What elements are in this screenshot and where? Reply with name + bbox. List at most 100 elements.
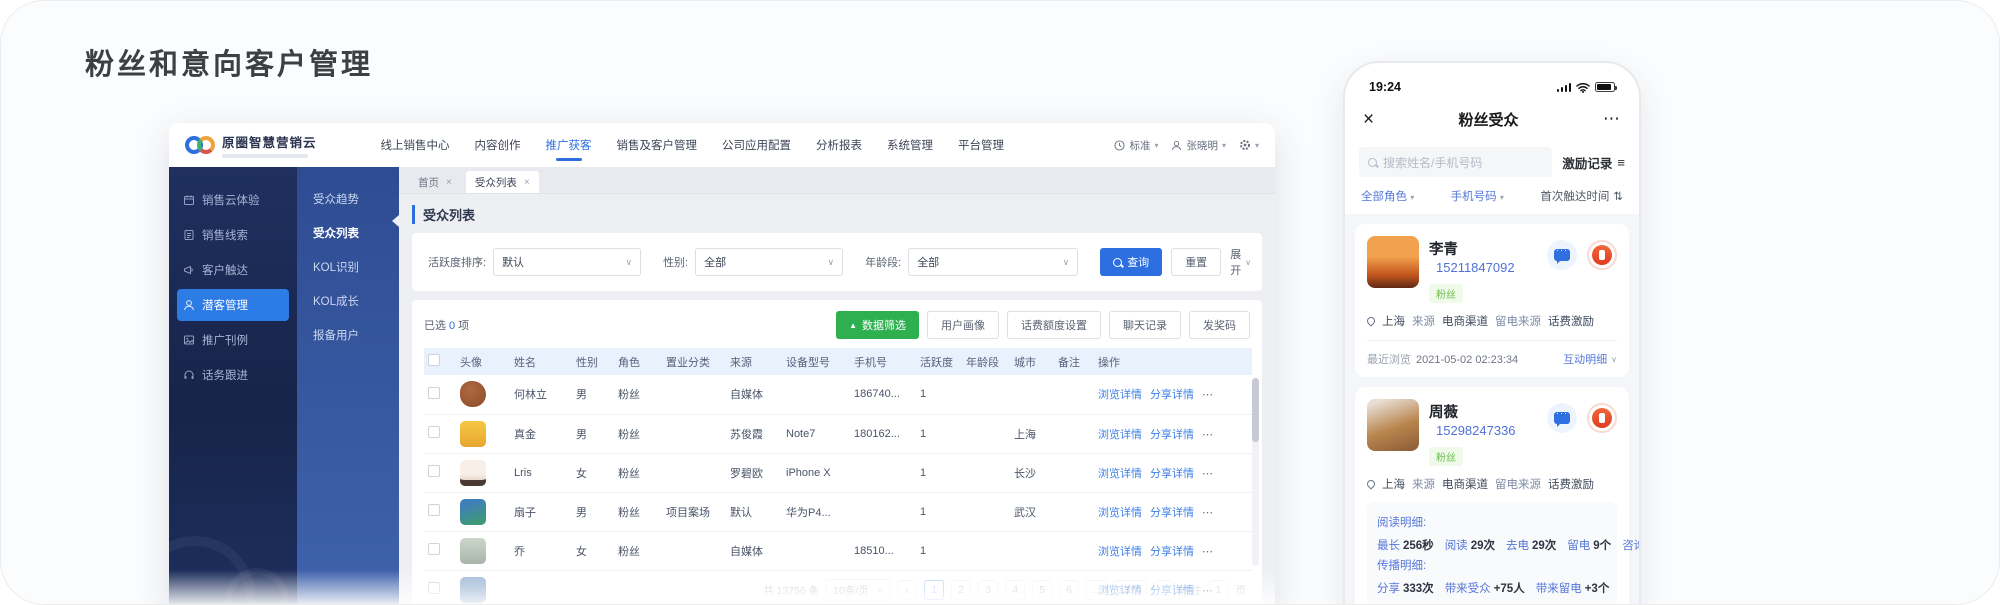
sidebar-item-sales-cloud[interactable]: 销售云体验 [177, 184, 289, 216]
prev-page-button[interactable]: ‹ [897, 580, 917, 600]
submenu-kol-growth[interactable]: KOL成长 [297, 285, 399, 319]
nav-analytics-report[interactable]: 分析报表 [816, 131, 862, 159]
share-detail-link[interactable]: 分享详情 [1150, 546, 1194, 558]
view-detail-link[interactable]: 浏览详情 [1098, 389, 1142, 401]
submenu-kol-identify[interactable]: KOL识别 [297, 251, 399, 285]
nav-company-app-config[interactable]: 公司应用配置 [722, 131, 791, 159]
share-detail-link[interactable]: 分享详情 [1150, 468, 1194, 480]
page-button[interactable]: 3 [978, 580, 998, 600]
reset-button[interactable]: 重置 [1171, 248, 1221, 276]
cell-activity: 1 [916, 453, 962, 492]
credit-quota-settings-button[interactable]: 话费额度设置 [1007, 311, 1101, 339]
nav-platform-mgmt[interactable]: 平台管理 [958, 131, 1004, 159]
view-detail-link[interactable]: 浏览详情 [1098, 429, 1142, 441]
cell-city: 长沙 [1010, 453, 1054, 492]
row-checkbox[interactable] [428, 504, 440, 516]
phone-number-filter[interactable]: 手机号码 ▾ [1451, 188, 1504, 204]
mode-switcher[interactable]: 标准 ▾ [1114, 138, 1158, 153]
page-size-select[interactable]: 10条/页 ∨ [826, 579, 890, 601]
cell-device: Note7 [782, 414, 850, 453]
close-icon[interactable]: × [524, 177, 530, 188]
page-ellipsis[interactable]: ... [1086, 580, 1106, 600]
fan-card-expanded[interactable]: 周薇15298247336 粉丝 上海 来源 电商渠道 留电来源 话费激励 [1355, 387, 1629, 605]
submenu-reported-users[interactable]: 报备用户 [297, 319, 399, 353]
page-button[interactable]: 4 [1005, 580, 1025, 600]
fan-phone[interactable]: 15298247336 [1436, 423, 1516, 438]
reward-icon[interactable] [1587, 403, 1617, 433]
page-button[interactable]: 2 [951, 580, 971, 600]
close-icon[interactable]: × [1363, 110, 1374, 129]
view-detail-link[interactable]: 浏览详情 [1098, 507, 1142, 519]
sidebar-item-sales-leads[interactable]: 销售线索 [177, 219, 289, 251]
more-actions-icon[interactable]: ⋯ [1202, 546, 1214, 558]
chat-record-button[interactable]: 聊天记录 [1109, 311, 1181, 339]
more-actions-icon[interactable]: ⋯ [1202, 468, 1214, 480]
send-code-button[interactable]: 发奖码 [1189, 311, 1250, 339]
age-range-select[interactable]: 全部 ∨ [908, 248, 1078, 276]
lead-source-value: 话费激励 [1548, 313, 1594, 329]
more-menu-icon[interactable]: ⋯ [1603, 109, 1621, 129]
settings-menu[interactable]: ▾ [1239, 139, 1259, 151]
row-checkbox[interactable] [428, 426, 440, 438]
role-filter[interactable]: 全部角色 ▾ [1361, 188, 1414, 204]
sidebar-item-prospect-mgmt[interactable]: 潜客管理 [177, 289, 289, 321]
more-actions-icon[interactable]: ⋯ [1202, 389, 1214, 401]
cell-role: 粉丝 [614, 453, 662, 492]
user-icon [183, 299, 195, 311]
view-detail-link[interactable]: 浏览详情 [1098, 546, 1142, 558]
search-input[interactable]: 搜索姓名/手机号码 [1359, 147, 1552, 177]
nav-sales-customer-mgmt[interactable]: 销售及客户管理 [617, 131, 698, 159]
chat-icon[interactable] [1547, 403, 1577, 433]
row-checkbox[interactable] [428, 465, 440, 477]
cell-device [782, 531, 850, 570]
submenu-audience-list[interactable]: 受众列表 [297, 217, 399, 251]
share-detail-link[interactable]: 分享详情 [1150, 389, 1194, 401]
col-city: 城市 [1010, 348, 1054, 375]
jump-input[interactable]: 1 [1209, 580, 1229, 600]
col-avatar: 头像 [456, 348, 510, 375]
view-detail-link[interactable]: 浏览详情 [1098, 468, 1142, 480]
share-detail-link[interactable]: 分享详情 [1150, 429, 1194, 441]
page-button[interactable]: 1 [924, 580, 944, 600]
reward-icon[interactable] [1587, 240, 1617, 270]
tab-home[interactable]: 首页 × [409, 171, 461, 193]
scrollbar-thumb[interactable] [1252, 378, 1259, 442]
table-scrollbar[interactable] [1252, 378, 1259, 566]
page-button[interactable]: 1376 [1113, 580, 1146, 600]
activity-sort-select[interactable]: 默认 ∨ [493, 248, 641, 276]
page-button[interactable]: 5 [1032, 580, 1052, 600]
phone-filter-row: 全部角色 ▾ 手机号码 ▾ 首次触达时间⇅ [1345, 181, 1639, 214]
nav-promotion-acquisition[interactable]: 推广获客 [546, 131, 592, 159]
sidebar-item-promo-materials[interactable]: 推广刊例 [177, 324, 289, 356]
query-button[interactable]: 查询 [1100, 248, 1162, 276]
page-button[interactable]: 6 [1059, 580, 1079, 600]
spread-detail-stats: 分享333次 带来受众+75人 带来留电+3个 [1377, 580, 1607, 596]
sidebar-item-customer-reach[interactable]: 客户触达 [177, 254, 289, 286]
sidebar-item-call-followup[interactable]: 话务跟进 [177, 359, 289, 391]
more-actions-icon[interactable]: ⋯ [1202, 429, 1214, 441]
interaction-detail-toggle[interactable]: 互动明细∨ [1563, 351, 1617, 367]
first-touch-time-sort[interactable]: 首次触达时间⇅ [1540, 188, 1623, 204]
incentive-record-link[interactable]: 激励记录 ≡ [1562, 153, 1625, 172]
close-icon[interactable]: × [446, 177, 452, 188]
nav-online-sales-center[interactable]: 线上销售中心 [381, 131, 450, 159]
select-all-checkbox[interactable] [428, 354, 440, 366]
row-checkbox[interactable] [428, 543, 440, 555]
gender-select[interactable]: 全部 ∨ [695, 248, 843, 276]
fan-card[interactable]: 李青15211847092 粉丝 上海 来源 电商渠道 留电来源 话费激励 [1355, 224, 1629, 377]
data-filter-button[interactable]: ▲ 数据筛选 [836, 311, 919, 339]
user-portrait-button[interactable]: 用户画像 [927, 311, 999, 339]
share-detail-link[interactable]: 分享详情 [1150, 507, 1194, 519]
chat-icon[interactable] [1547, 240, 1577, 270]
more-actions-icon[interactable]: ⋯ [1202, 507, 1214, 519]
filter-label: 活跃度排序: [428, 254, 486, 270]
expand-toggle[interactable]: 展开 ∨ [1230, 246, 1251, 278]
submenu-audience-trends[interactable]: 受众趋势 [297, 183, 399, 217]
nav-content-creation[interactable]: 内容创作 [475, 131, 521, 159]
nav-system-mgmt[interactable]: 系统管理 [887, 131, 933, 159]
user-menu[interactable]: 张晓明 ▾ [1171, 138, 1226, 153]
fan-phone[interactable]: 15211847092 [1436, 260, 1515, 275]
next-page-button[interactable]: › [1154, 580, 1174, 600]
tab-audience-list[interactable]: 受众列表 × [466, 171, 539, 193]
row-checkbox[interactable] [428, 387, 440, 399]
